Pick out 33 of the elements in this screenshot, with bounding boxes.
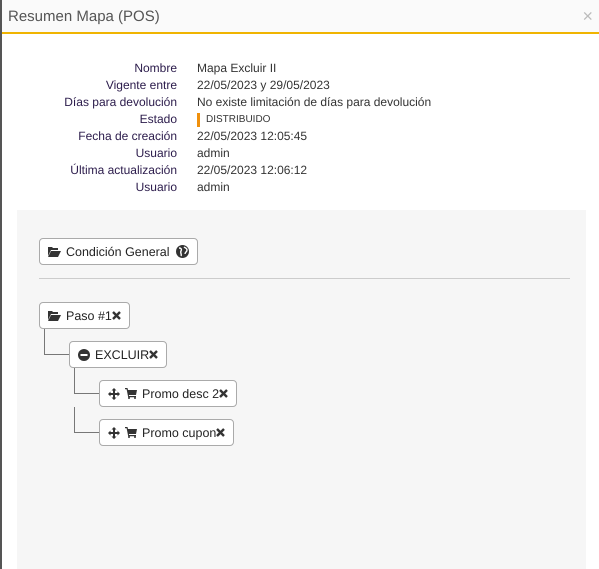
field-label: Usuario [134,179,177,196]
field-value: 22/05/2023 y 29/05/2023 [197,77,331,94]
tree-node-button[interactable]: Promo cupon [99,419,234,446]
remove-icon[interactable] [149,350,158,359]
cart-icon [125,388,137,399]
cart-icon [125,427,137,438]
folder-icon [48,246,61,257]
field-label: Fecha de creación [77,128,177,145]
minus-circle-icon [78,348,90,360]
field-label: Días para devolución [63,94,177,111]
field-value: admin [197,145,231,162]
remove-icon[interactable] [216,428,226,437]
move-icon [108,388,120,400]
tree-node-button[interactable]: Paso #1 [39,302,130,329]
move-icon [108,426,120,438]
field-label: Estado [138,111,177,128]
field-value: 22/05/2023 12:06:12 [197,162,308,179]
field-label: Vigente entre [104,77,177,94]
status-label: DISTRIBUIDO [206,113,270,127]
tree-node-button[interactable]: EXCLUIR [69,341,168,368]
remove-icon[interactable] [219,389,228,398]
remove-icon[interactable] [112,311,121,320]
field-value: admin [197,179,231,196]
folder-icon [48,310,61,321]
tree-node-button[interactable]: Condición General [39,238,198,265]
field-value: 22/05/2023 12:05:45 [197,128,308,145]
window-title: Resumen Mapa (POS) [8,8,160,24]
field-label: Nombre [133,60,177,77]
field-value: Mapa Excluir II [197,60,278,77]
tree-node-button[interactable]: Promo desc 2 [99,380,238,407]
field-value: No existe limitación de días para devolución [197,94,432,111]
field-label: Usuario [134,145,177,162]
field-label: Última actualización [69,162,177,179]
